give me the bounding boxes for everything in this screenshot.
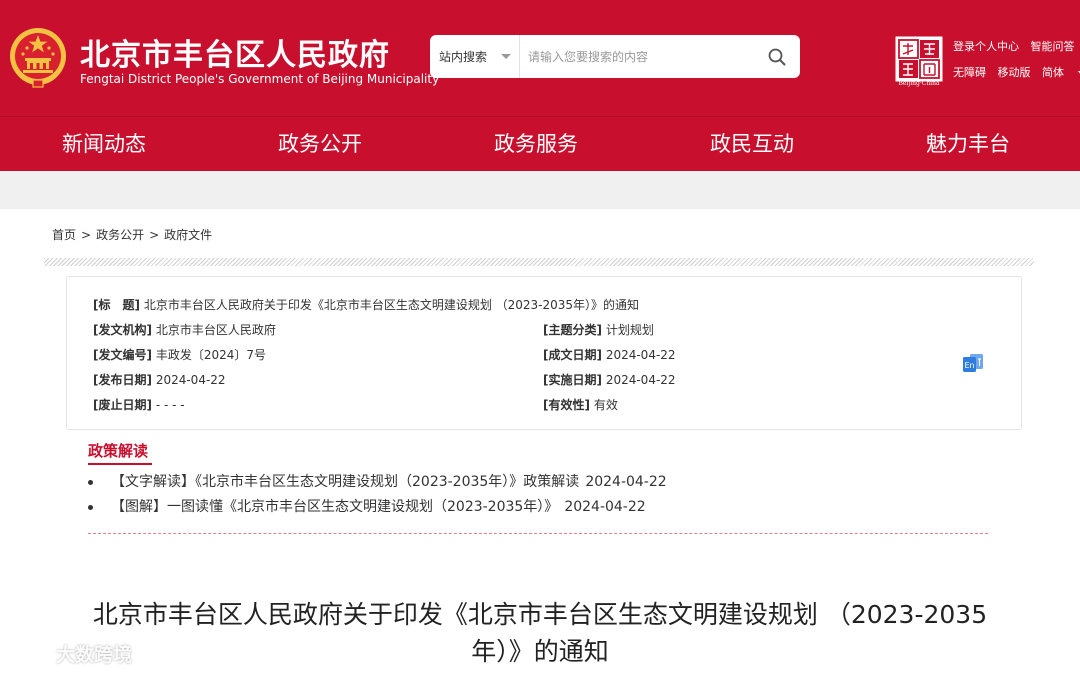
chevron-down-icon: [501, 54, 511, 59]
search-bar: 站内搜索: [430, 35, 800, 78]
mobile-link[interactable]: 移动版: [998, 66, 1031, 79]
breadcrumb-gov-affairs[interactable]: 政务公开: [96, 228, 144, 242]
english-version-icon[interactable]: En: [962, 353, 984, 373]
doc-effective-label: [实施日期]: [543, 373, 602, 387]
search-scope-dropdown[interactable]: 站内搜索: [430, 35, 520, 78]
breadcrumb-home[interactable]: 首页: [52, 228, 76, 242]
doc-written-label: [成文日期]: [543, 348, 602, 362]
national-emblem-icon: [10, 28, 66, 88]
doc-published-label: [发布日期]: [93, 373, 152, 387]
nav-item-interaction[interactable]: 政民互动: [710, 117, 794, 172]
login-link[interactable]: 登录个人中心: [953, 40, 1019, 53]
article-title-line1: 北京市丰台区人民政府关于印发《北京市丰台区生态文明建设规划 （2023-2035: [92, 600, 988, 629]
search-scope-label: 站内搜索: [439, 50, 488, 64]
article-title-line2: 年）》的通知: [471, 637, 609, 666]
doc-title-row: [标 题] 北京市丰台区人民政府关于印发《北京市丰台区生态文明建设规划 （202…: [93, 296, 639, 313]
gray-banner: [0, 171, 1080, 209]
watermark: 大数跨境: [10, 638, 132, 668]
policy-item-title: 【图解】一图读懂《北京市丰台区生态文明建设规划（2023-2035年）》: [111, 499, 559, 515]
policy-item-infographic[interactable]: 【图解】一图读懂《北京市丰台区生态文明建设规划（2023-2035年）》 2024…: [88, 497, 667, 522]
language-selector[interactable]: 简体: [1042, 66, 1080, 79]
policy-item-text-interpretation[interactable]: 【文字解读】《北京市丰台区生态文明建设规划（2023-2035年）》政策解读 20…: [88, 472, 667, 497]
site-title[interactable]: 北京市丰台区人民政府: [80, 30, 390, 74]
capital-logo-label: Beijing·China: [898, 80, 940, 87]
english-version-label: En: [964, 361, 974, 370]
policy-item-date: 2024-04-22: [585, 474, 667, 490]
doc-issuer-row: [发文机构] 北京市丰台区人民政府: [93, 321, 276, 338]
doc-validity-row: [有效性] 有效: [543, 396, 618, 413]
policy-item-date: 2024-04-22: [564, 499, 646, 515]
doc-effective-row: [实施日期] 2024-04-22: [543, 371, 676, 388]
policy-heading-underline: [88, 463, 152, 465]
doc-written-row: [成文日期] 2024-04-22: [543, 346, 676, 363]
doc-effective-value: 2024-04-22: [605, 373, 676, 387]
doc-issuer-label: [发文机构]: [93, 323, 152, 337]
breadcrumb-gov-documents[interactable]: 政府文件: [164, 228, 212, 242]
doc-number-value: 丰政发〔2024〕7号: [155, 348, 266, 362]
accessibility-link[interactable]: 无障碍: [953, 66, 986, 79]
breadcrumb-separator: >: [81, 228, 92, 242]
policy-interpretation-heading: 政策解读: [88, 442, 149, 460]
nav-item-gov-services[interactable]: 政务服务: [494, 117, 578, 172]
watermark-text: 大数跨境: [56, 643, 133, 666]
nav-item-gov-affairs[interactable]: 政务公开: [278, 117, 362, 172]
hatched-divider: [44, 258, 1034, 266]
doc-abolished-row: [废止日期] - - - -: [93, 396, 185, 413]
doc-number-label: [发文编号]: [93, 348, 152, 362]
watermark-logo-icon: [12, 643, 49, 662]
search-icon[interactable]: [766, 46, 788, 68]
doc-topic-label: [主题分类]: [543, 323, 602, 337]
doc-validity-value: 有效: [593, 398, 618, 412]
site-subtitle: Fengtai District People's Government of …: [80, 72, 440, 86]
doc-published-row: [发布日期] 2024-04-22: [93, 371, 226, 388]
doc-validity-label: [有效性]: [543, 398, 590, 412]
language-label: 简体: [1042, 66, 1064, 79]
top-links-row1: 登录个人中心 智能问答: [953, 38, 1080, 54]
doc-issuer-value: 北京市丰台区人民政府: [155, 323, 276, 337]
doc-abolished-value: - - - -: [155, 398, 185, 412]
breadcrumb-separator: >: [149, 228, 160, 242]
doc-number-row: [发文编号] 丰政发〔2024〕7号: [93, 346, 266, 363]
article-title: 北京市丰台区人民政府关于印发《北京市丰台区生态文明建设规划 （2023-2035…: [80, 596, 1000, 670]
document-info-panel: [标 题] 北京市丰台区人民政府关于印发《北京市丰台区生态文明建设规划 （202…: [66, 276, 1022, 430]
doc-title-label: [标 题]: [93, 298, 140, 312]
capital-logo-icon: [895, 36, 943, 82]
doc-published-value: 2024-04-22: [155, 373, 226, 387]
dashed-divider: [88, 533, 988, 534]
site-header: 北京市丰台区人民政府 Fengtai District People's Gov…: [0, 0, 1080, 116]
doc-abolished-label: [废止日期]: [93, 398, 152, 412]
main-nav: 新闻动态 政务公开 政务服务 政民互动 魅力丰台: [0, 116, 1080, 171]
doc-title-value: 北京市丰台区人民政府关于印发《北京市丰台区生态文明建设规划 （2023-2035…: [143, 298, 640, 312]
breadcrumb: 首页 > 政务公开 > 政府文件: [52, 226, 212, 243]
nav-item-charm-fengtai[interactable]: 魅力丰台: [926, 117, 1010, 172]
nav-item-news[interactable]: 新闻动态: [62, 117, 146, 172]
doc-written-value: 2024-04-22: [605, 348, 676, 362]
top-links-row2: 无障碍 移动版 简体: [953, 64, 1080, 80]
doc-topic-value: 计划规划: [605, 323, 654, 337]
policy-interpretation-list: 【文字解读】《北京市丰台区生态文明建设规划（2023-2035年）》政策解读 20…: [88, 472, 667, 522]
search-input[interactable]: [522, 35, 762, 78]
doc-topic-row: [主题分类] 计划规划: [543, 321, 654, 338]
smart-qa-link[interactable]: 智能问答: [1031, 40, 1075, 53]
policy-item-title: 【文字解读】《北京市丰台区生态文明建设规划（2023-2035年）》政策解读: [111, 474, 580, 490]
